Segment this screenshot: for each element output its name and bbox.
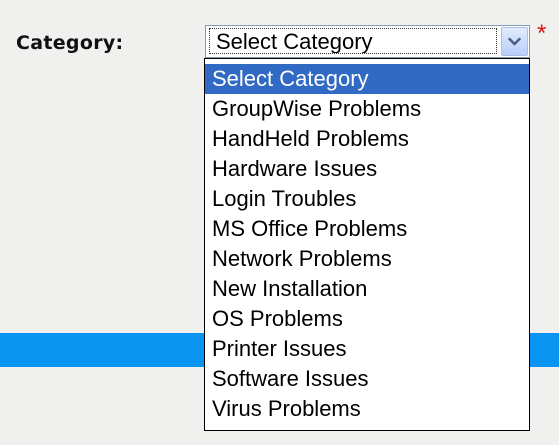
category-select-value: Select Category <box>209 28 497 54</box>
option-select-category[interactable]: Select Category <box>205 64 529 94</box>
chevron-down-icon <box>508 37 521 45</box>
required-indicator: * <box>537 20 547 47</box>
dropdown-button[interactable] <box>501 27 528 56</box>
option-groupwise-problems[interactable]: GroupWise Problems <box>205 94 529 124</box>
option-printer-issues[interactable]: Printer Issues <box>205 334 529 364</box>
option-new-installation[interactable]: New Installation <box>205 274 529 304</box>
option-hardware-issues[interactable]: Hardware Issues <box>205 154 529 184</box>
option-os-problems[interactable]: OS Problems <box>205 304 529 334</box>
category-select[interactable]: Select Category <box>205 25 530 58</box>
option-network-problems[interactable]: Network Problems <box>205 244 529 274</box>
option-ms-office-problems[interactable]: MS Office Problems <box>205 214 529 244</box>
category-label: Category: <box>16 32 124 54</box>
option-handheld-problems[interactable]: HandHeld Problems <box>205 124 529 154</box>
option-virus-problems[interactable]: Virus Problems <box>205 394 529 424</box>
option-login-troubles[interactable]: Login Troubles <box>205 184 529 214</box>
category-dropdown-list: Select Category GroupWise Problems HandHel… <box>204 58 530 431</box>
option-software-issues[interactable]: Software Issues <box>205 364 529 394</box>
